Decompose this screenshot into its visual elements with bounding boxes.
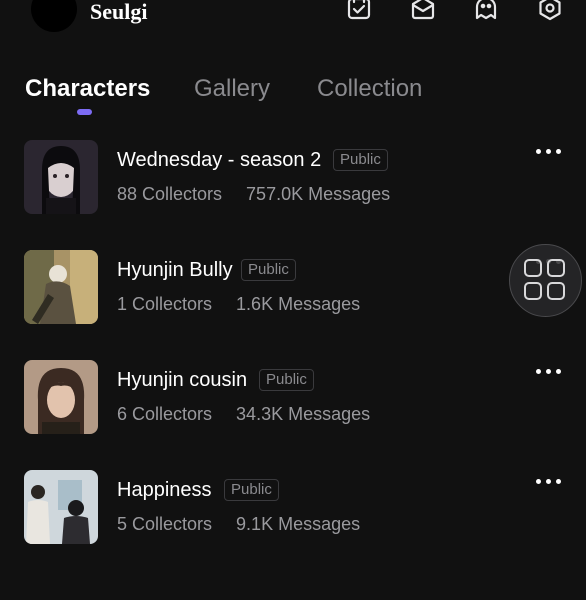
messages-count: 34.3K Messages bbox=[236, 404, 371, 424]
visibility-badge: Public bbox=[241, 259, 296, 281]
settings-gear-icon[interactable] bbox=[536, 0, 564, 22]
character-name: Wednesday - season 2 bbox=[117, 149, 322, 171]
collectors-count: 1 Collectors bbox=[117, 294, 213, 314]
collectors-count: 88 Collectors bbox=[117, 184, 223, 204]
character-thumbnail[interactable] bbox=[24, 140, 98, 214]
more-options-icon[interactable] bbox=[534, 476, 564, 486]
character-stats: 5 Collectors 9.1K Messages bbox=[117, 513, 360, 535]
tab-gallery[interactable]: Gallery bbox=[194, 75, 270, 103]
mailbox-icon[interactable] bbox=[409, 0, 437, 22]
character-thumbnail[interactable] bbox=[24, 360, 98, 434]
floating-app-grid-button[interactable] bbox=[509, 244, 582, 317]
character-stats: 1 Collectors 1.6K Messages bbox=[117, 293, 360, 315]
profile-tabs: Characters Gallery Collection bbox=[0, 70, 586, 120]
list-item[interactable]: Hyunjin cousin Public 6 Collectors 34.3K … bbox=[0, 360, 586, 434]
collectors-count: 6 Collectors bbox=[117, 404, 213, 424]
avatar[interactable] bbox=[31, 0, 77, 32]
more-options-icon[interactable] bbox=[534, 366, 564, 376]
active-tab-indicator bbox=[77, 109, 92, 115]
visibility-badge: Public bbox=[224, 479, 279, 501]
character-stats: 6 Collectors 34.3K Messages bbox=[117, 403, 370, 425]
visibility-badge: Public bbox=[333, 149, 388, 171]
list-item[interactable]: Hyunjin Bully Public 1 Collectors 1.6K Me… bbox=[0, 250, 586, 324]
more-options-icon[interactable] bbox=[534, 146, 564, 156]
ghost-chat-icon[interactable] bbox=[472, 0, 500, 22]
character-name: Hyunjin cousin bbox=[117, 369, 248, 391]
messages-count: 9.1K Messages bbox=[236, 514, 361, 534]
character-name: Happiness bbox=[117, 479, 212, 501]
character-name: Hyunjin Bully bbox=[117, 259, 233, 281]
list-item[interactable]: Happiness Public 5 Collectors 9.1K Messag… bbox=[0, 470, 586, 544]
messages-count: 757.0K Messages bbox=[246, 184, 391, 204]
calendar-check-icon[interactable] bbox=[345, 0, 373, 22]
character-stats: 88 Collectors 757.0K Messages bbox=[117, 183, 390, 205]
list-item[interactable]: Wednesday - season 2 Public 88 Collector… bbox=[0, 140, 586, 214]
collectors-count: 5 Collectors bbox=[117, 514, 213, 534]
visibility-badge: Public bbox=[259, 369, 314, 391]
tab-characters[interactable]: Characters bbox=[25, 75, 150, 103]
character-thumbnail[interactable] bbox=[24, 470, 98, 544]
messages-count: 1.6K Messages bbox=[236, 294, 361, 314]
username[interactable]: Seulgi bbox=[90, 0, 147, 24]
character-thumbnail[interactable] bbox=[24, 250, 98, 324]
tab-collection[interactable]: Collection bbox=[317, 75, 422, 103]
top-header: Seulgi bbox=[0, 0, 586, 40]
